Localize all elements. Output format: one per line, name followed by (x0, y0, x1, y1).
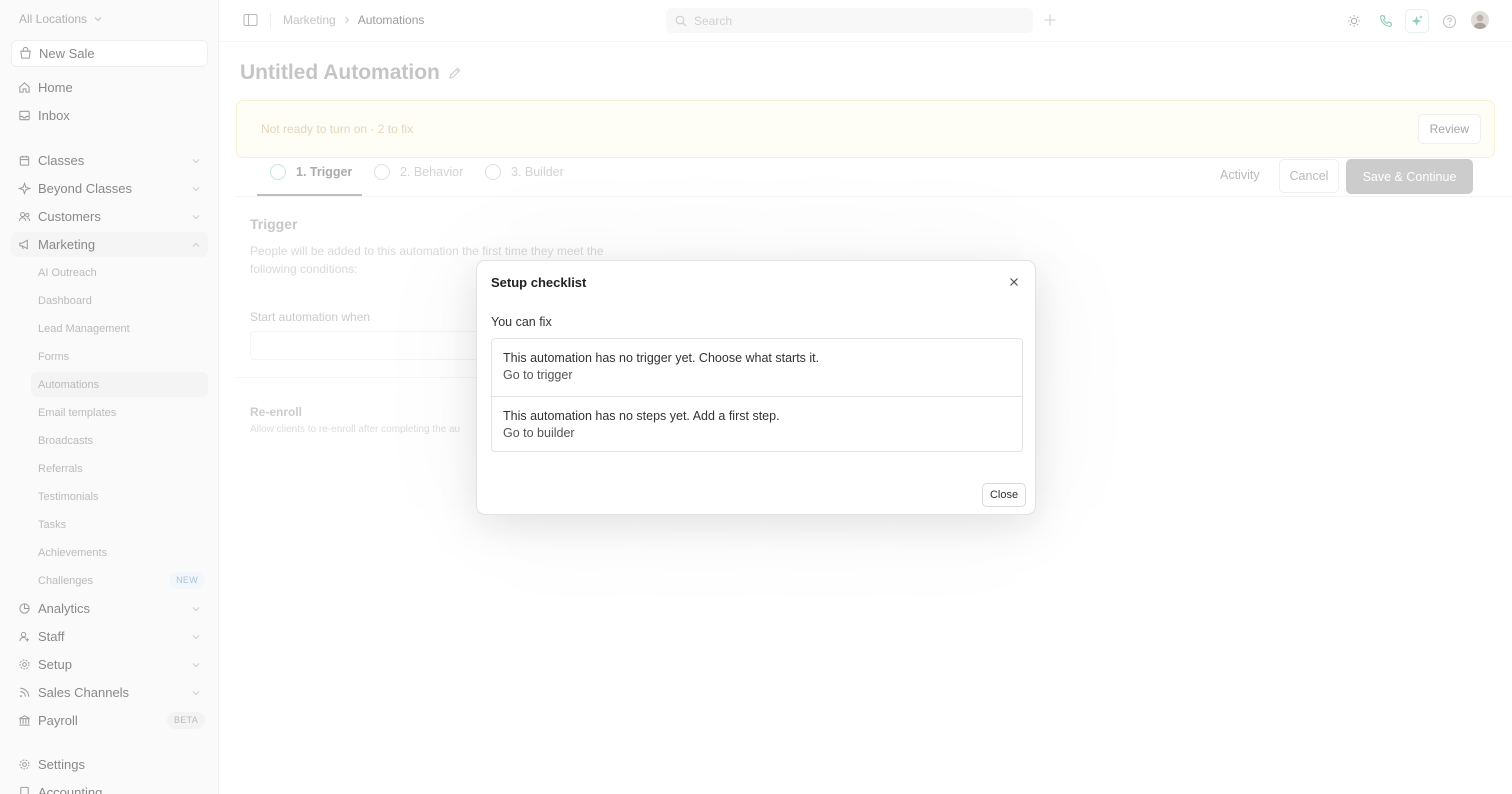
go-to-trigger-link[interactable]: Go to trigger (503, 367, 1011, 384)
go-to-builder-link[interactable]: Go to builder (503, 425, 1011, 442)
checklist-item-text: This automation has no steps yet. Add a … (503, 409, 780, 423)
checklist: This automation has no trigger yet. Choo… (491, 338, 1023, 452)
dialog-close-button[interactable] (1007, 275, 1021, 289)
setup-checklist-dialog: Setup checklist You can fix This automat… (476, 260, 1036, 515)
checklist-item-builder[interactable]: This automation has no steps yet. Add a … (492, 396, 1022, 453)
checklist-item-trigger[interactable]: This automation has no trigger yet. Choo… (492, 339, 1022, 396)
dialog-subtitle: You can fix (491, 315, 552, 329)
close-button[interactable]: Close (982, 483, 1026, 507)
close-icon (1010, 278, 1018, 286)
dialog-title: Setup checklist (491, 275, 587, 290)
checklist-item-text: This automation has no trigger yet. Choo… (503, 351, 820, 365)
